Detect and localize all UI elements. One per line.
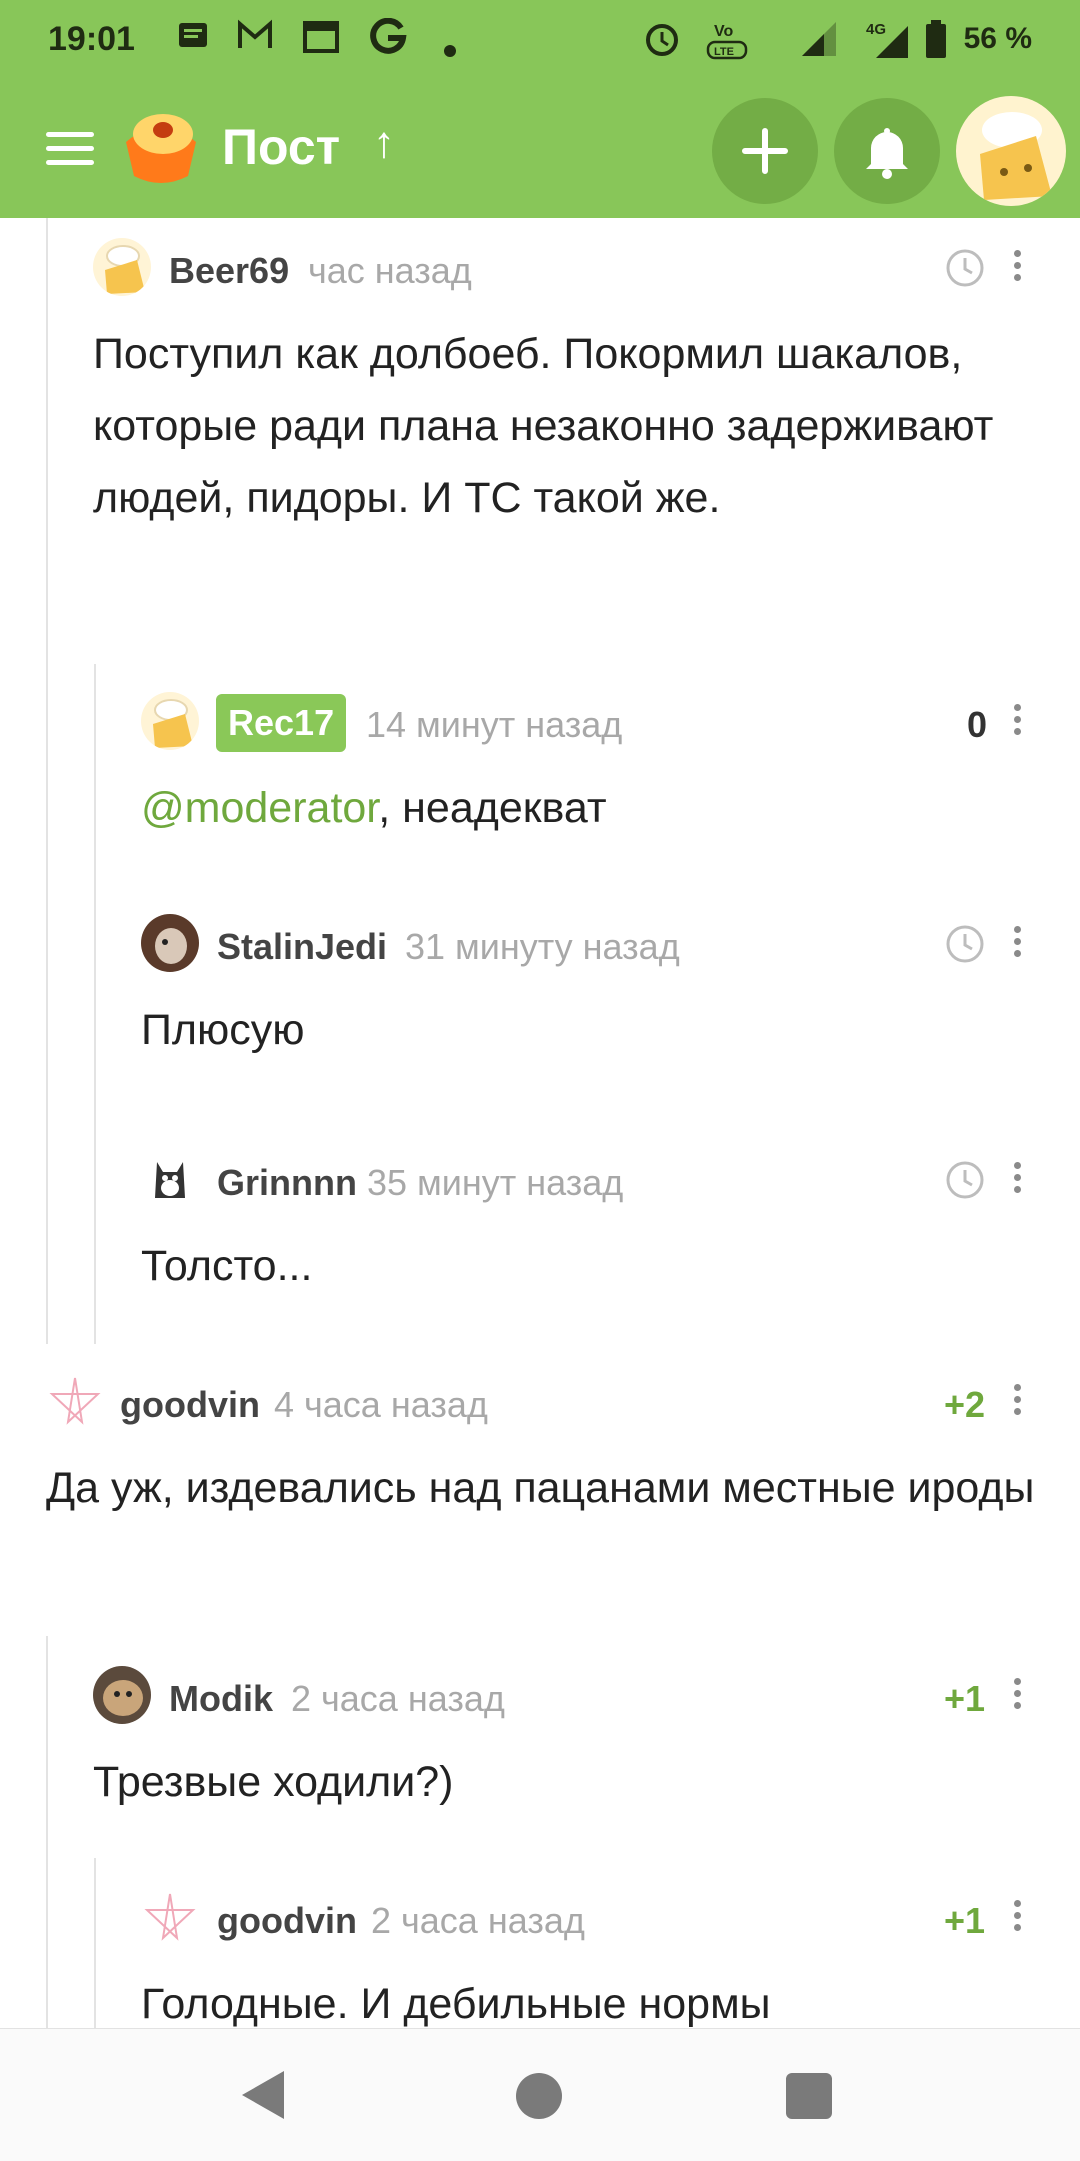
svg-text:LTE: LTE [714, 46, 734, 58]
comment-text: Плюсую [141, 1006, 305, 1054]
pikabu-logo-icon[interactable] [118, 104, 204, 186]
more-options-icon[interactable] [1011, 1158, 1023, 1202]
notifications-button[interactable] [834, 98, 940, 204]
google-icon [368, 17, 408, 64]
avatar[interactable] [141, 1888, 199, 1946]
scroll-up-arrow-icon[interactable]: ↑ [373, 118, 395, 168]
thread-line [46, 1636, 48, 2028]
recents-icon[interactable] [786, 2073, 832, 2119]
comment: StalinJedi 31 минуту назад Плюсую [141, 914, 1041, 1054]
app-header: 19:01 Vo LTE 4G 56 % Пост ↑ [0, 0, 1080, 218]
clock-icon [945, 1160, 985, 1200]
comment: Grinnnn 35 минут назад Толсто... [141, 1150, 1041, 1290]
add-post-button[interactable] [712, 98, 818, 204]
signal-4g-icon: 4G [862, 18, 912, 70]
avatar[interactable] [141, 692, 199, 750]
menu-icon[interactable] [46, 132, 94, 166]
comment: goodvin 2 часа назад +1 Голодные. И деби… [141, 1888, 1031, 2028]
avatar[interactable] [141, 914, 199, 972]
page-title: Пост [222, 119, 341, 175]
thread-line [94, 1858, 96, 2028]
comment-author[interactable]: goodvin [120, 1384, 260, 1426]
comment-rating: +1 [944, 1900, 986, 1941]
bell-icon [866, 128, 908, 179]
comment-author[interactable]: Beer69 [169, 250, 289, 292]
home-icon[interactable] [516, 2073, 562, 2119]
plus-icon [742, 128, 788, 174]
comment-text-rest: , неадекват [378, 784, 607, 832]
svg-text:Vo: Vo [714, 23, 733, 40]
thread-line [46, 218, 48, 1344]
comment: goodvin 4 часа назад +2 Да уж, издевалис… [46, 1372, 1034, 1602]
comment-time: 2 часа назад [291, 1678, 505, 1719]
back-icon[interactable] [240, 2069, 286, 2126]
battery-percent: 56 % [963, 22, 1032, 55]
comment-author[interactable]: Modik [169, 1678, 273, 1720]
comment-author[interactable]: StalinJedi [217, 926, 387, 968]
alarm-icon [642, 18, 682, 66]
comment-text: Поступил как долбоеб. Покормил шакалов, … [93, 330, 994, 522]
svg-text:4G: 4G [866, 21, 886, 38]
comment-rating: +1 [944, 1678, 986, 1719]
comment-time: 35 минут назад [367, 1162, 624, 1203]
comment-rating: 0 [967, 704, 988, 745]
author-badge[interactable]: Rec17 [216, 694, 347, 752]
gmail-icon [236, 18, 274, 60]
system-navigation-bar [0, 2028, 1080, 2161]
more-options-icon[interactable] [1011, 1896, 1023, 1940]
more-options-icon[interactable] [1011, 1380, 1023, 1424]
mention-link[interactable]: @moderator [141, 784, 378, 832]
clock-icon [945, 924, 985, 964]
comment-time: час назад [308, 250, 472, 291]
comment-author[interactable]: goodvin [217, 1900, 357, 1942]
comment-author[interactable]: Grinnnn [217, 1162, 357, 1204]
profile-avatar[interactable] [956, 96, 1066, 206]
avatar[interactable] [141, 1150, 199, 1208]
comment-text: @moderator, неадекват [141, 772, 1041, 844]
status-bar: 19:01 Vo LTE 4G 56 % [0, 0, 1080, 86]
more-options-icon[interactable] [1011, 246, 1023, 290]
comment-text: Трезвые ходили?) [93, 1758, 454, 1806]
clock-icon [945, 248, 985, 288]
comment-time: 31 минуту назад [405, 926, 680, 967]
comment-text: Голодные. И дебильные нормы [141, 1980, 771, 2028]
comment: Modik 2 часа назад +1 Трезвые ходили?) [93, 1666, 1028, 1806]
status-time: 19:01 [48, 20, 135, 58]
comment-text: Да уж, издевались над пацанами местные и… [46, 1464, 1035, 1512]
comment-time: 4 часа назад [274, 1384, 488, 1425]
thread-line [94, 664, 96, 1344]
comment-time: 2 часа назад [371, 1900, 585, 1941]
comment: Rec17 14 минут назад 0 @moderator, неаде… [141, 692, 1041, 832]
battery-icon [924, 18, 948, 68]
comment: Beer69 час назад Поступил как долбоеб. П… [93, 238, 1043, 618]
volte-icon: Vo LTE [706, 18, 756, 70]
signal-strength-icon [798, 18, 838, 66]
more-notifications-dot-icon [444, 28, 456, 65]
message-notification-icon [176, 18, 210, 60]
comment-time: 14 минут назад [366, 704, 623, 745]
more-options-icon[interactable] [1011, 1674, 1023, 1718]
comment-rating: +2 [944, 1384, 986, 1425]
avatar[interactable] [46, 1372, 104, 1430]
comment-text: Толсто... [141, 1242, 313, 1290]
avatar[interactable] [93, 238, 151, 296]
calendar-icon [302, 18, 340, 62]
more-options-icon[interactable] [1011, 922, 1023, 966]
avatar[interactable] [93, 1666, 151, 1724]
comments-list: Beer69 час назад Поступил как долбоеб. П… [0, 218, 1080, 2028]
more-options-icon[interactable] [1011, 700, 1023, 744]
